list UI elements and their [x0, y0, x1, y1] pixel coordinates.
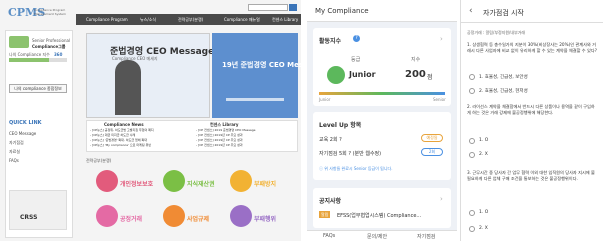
notice-card — [313, 188, 451, 228]
option-label[interactable]: 1. 효율성, 긴급성, 보안성 — [479, 74, 528, 80]
grade-icon — [327, 66, 345, 84]
tab-faqs[interactable]: FAQs — [323, 233, 335, 239]
help-icon[interactable]: ? — [353, 35, 360, 42]
library-item[interactable]: - [CP 컨센스] 2019 준법경영 CEO Message — [196, 128, 256, 132]
ip-icon[interactable] — [163, 170, 185, 192]
crss-logo: CRSS — [20, 214, 38, 221]
chevron-right-icon[interactable]: › — [440, 195, 443, 203]
my-compliance-screen: My Compliance 활동지수 ? › 등급 지수 Junior 200 … — [307, 0, 457, 241]
grade-value: Junior — [349, 70, 376, 79]
radio-option[interactable] — [469, 226, 475, 232]
logo-subtitle: Compliance Program Management System — [34, 8, 66, 16]
score-unit: 점 — [427, 74, 433, 81]
quiz-title: 자가점검 시작 — [483, 9, 524, 17]
radio-option[interactable] — [469, 210, 475, 216]
quick-link-ceo[interactable]: CEO Message — [9, 131, 36, 136]
header-divider — [461, 22, 603, 23]
library-item[interactable]: - [CP 컨센스] 2019년 CP 주요 성과 — [196, 133, 243, 137]
nav-compliance-program[interactable]: Compliance Program — [86, 17, 128, 22]
avatar — [9, 36, 29, 48]
activity-title: 활동지수 — [319, 38, 342, 45]
self-check-screen: ‹ 자가점검 시작 공정거래 : 알림/부정지원/내부거래 1. 상생협력 등 … — [460, 0, 603, 241]
ceo-photo — [115, 60, 141, 115]
chevron-right-icon[interactable]: › — [440, 35, 443, 43]
score-label: 지수 — [411, 57, 421, 63]
back-icon[interactable]: ‹ — [469, 6, 473, 16]
notice-item[interactable]: EFSS(업무협업시스템) Compliance... — [337, 212, 421, 219]
option-label[interactable]: 2. 효율성, 긴급성, 현저성 — [479, 88, 528, 94]
regulation-icon[interactable] — [163, 205, 185, 227]
library-item[interactable]: - [CP 컨센스] 2019년 CP 주요 성과 — [196, 138, 243, 142]
anti-corruption-icon[interactable] — [230, 170, 252, 192]
status-badge: 예정됨 — [421, 134, 443, 142]
compliance-value: 360 — [54, 52, 63, 57]
circle-label[interactable]: 부패행위 — [254, 214, 276, 223]
question-text: 1. 상생협력 등 총수일가의 지분이 30%(비상장사는 20%)인 관계사와… — [467, 42, 597, 53]
scale-end: Senior — [433, 97, 446, 102]
news-item[interactable]: - [CP뉴스] '준법경영' 확대, 하도급 업체 확대 — [90, 138, 147, 142]
search-icon[interactable] — [289, 4, 297, 11]
level-item: 자기점검 5회 ? (분반 웹수정) — [319, 151, 382, 157]
radio-option[interactable] — [469, 74, 475, 80]
news-item[interactable]: - [CP뉴스] 공정위, 하도급법 고발지침 무혐의 폐지 — [90, 128, 154, 132]
quiz-intro: 공정거래 : 알림/부정지원/내부거래 — [467, 30, 526, 35]
news-title: Compliance News — [104, 122, 144, 127]
circle-label[interactable]: 지식재산권 — [187, 179, 215, 188]
compliance-bar-fill — [9, 58, 49, 62]
radio-option[interactable] — [469, 138, 475, 144]
user-role: Senior Professional — [32, 38, 71, 43]
grade-scale-bar — [319, 92, 445, 95]
library-item[interactable]: - [CP 컨센스] 2019년 CP 주요 성과 — [196, 143, 243, 147]
news-item[interactable]: - [CP뉴스] 대금 미지급 하도급 사례 — [90, 133, 135, 137]
circle-label[interactable]: 사업규제 — [187, 214, 209, 223]
nav-library[interactable]: 컨센스 Library — [272, 17, 298, 23]
website-panel: CPMS Compliance Program Management Syste… — [0, 0, 301, 241]
search-input[interactable] — [248, 4, 288, 11]
level-note: ⓘ 위 사항들 완료시 Senior 등급이 됩니다. — [319, 166, 393, 171]
main-nav: Compliance Program 뉴스/소식 전략공부(분쟁) Compli… — [76, 14, 301, 25]
news-item[interactable]: - [CP뉴스] 'My compliance' 으로 마케팅 위반 — [90, 143, 151, 147]
level-up-title: Level Up 항목 — [319, 122, 362, 129]
grade-label: 등급 — [351, 57, 361, 63]
question-text: 3. 근무시간 중 당사자 간 업무 협력 이외 대한 임직원의 당사자 지시에… — [467, 170, 595, 181]
quick-link-archive[interactable]: 자료실 — [9, 149, 20, 155]
nav-manual[interactable]: Compliance 매뉴얼 — [224, 17, 260, 23]
radio-option[interactable] — [469, 152, 475, 158]
status-badge: 2회 — [421, 148, 443, 156]
quick-link-selfcheck[interactable]: 자기점검 — [9, 140, 24, 146]
tab-inquiry[interactable]: 문의/제안 — [367, 233, 387, 240]
option-label[interactable]: 1. O — [479, 210, 488, 215]
option-label[interactable]: 1. O — [479, 138, 488, 143]
ceo-banner-2[interactable] — [212, 33, 298, 118]
banner-divider — [226, 98, 284, 101]
notice-title: 공지사항 — [319, 198, 342, 205]
question-text: 2. 라이선스 계약을 체결함에서 반드시 다른 상품이나 용역을 같이 구입하… — [467, 104, 595, 115]
option-label[interactable]: 2. X — [479, 152, 488, 157]
circle-label[interactable]: 공정거래 — [120, 214, 142, 223]
promo-box[interactable] — [9, 190, 67, 230]
banner2-title: 19년 준법경영 CEO Mes... — [222, 61, 301, 69]
option-label[interactable]: 2. X — [479, 226, 488, 231]
circle-label[interactable]: 부패방지 — [254, 179, 276, 188]
category-tag: 전략공부(분쟁) — [86, 158, 112, 163]
app-title: My Compliance — [315, 7, 369, 15]
circle-label[interactable]: 개인정보보호 — [120, 179, 153, 188]
compliance-dropdown[interactable]: 나의 compliance 종합정보 — [9, 84, 67, 93]
quick-link-title: QUICK LINK — [9, 120, 42, 126]
quick-link-faqs[interactable]: FAQs — [9, 158, 19, 163]
fair-trade-icon[interactable] — [96, 205, 118, 227]
tab-self-check[interactable]: 자기점검 — [417, 233, 435, 240]
user-name: Compliance그룹 — [32, 44, 66, 49]
nav-news[interactable]: 뉴스/소식 — [140, 17, 156, 23]
scale-start: Junior — [319, 97, 331, 102]
privacy-icon[interactable] — [96, 170, 118, 192]
corruption-act-icon[interactable] — [230, 205, 252, 227]
radio-option[interactable] — [469, 88, 475, 94]
level-item: 교육 2회 ? — [319, 137, 342, 143]
notice-badge: 알림 — [319, 211, 331, 218]
score-value: 200 — [405, 69, 426, 80]
nav-strategy[interactable]: 전략공부(분쟁) — [178, 17, 203, 23]
